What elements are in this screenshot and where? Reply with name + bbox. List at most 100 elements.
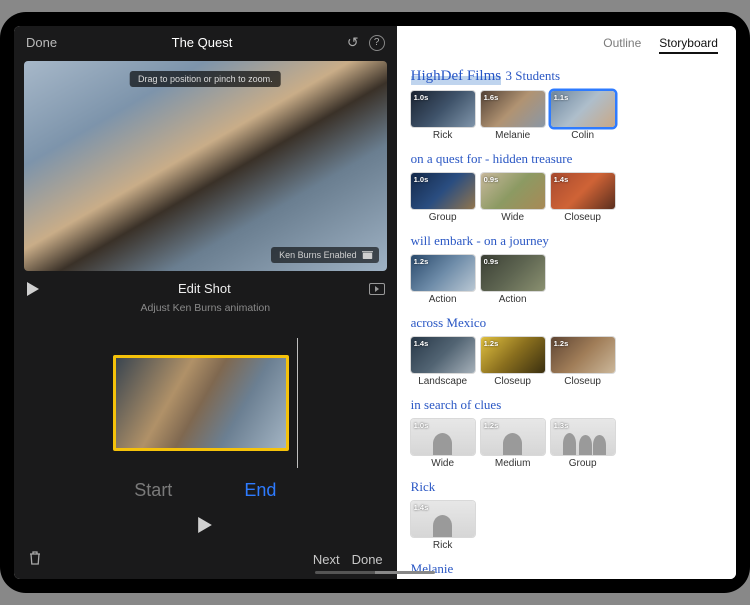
project-title: The Quest xyxy=(57,35,347,50)
clip-row: 1.0s Rick 1.6s Melanie 1.1s Colin xyxy=(411,91,722,141)
clip-label: Melanie xyxy=(495,130,530,141)
clip-duration: 1.4s xyxy=(554,175,569,184)
undo-icon[interactable]: ↺ xyxy=(347,34,359,51)
done-button[interactable]: Done xyxy=(26,35,57,50)
clip[interactable]: 1.4s Closeup xyxy=(551,173,615,223)
clip-thumbnail[interactable]: 1.0s xyxy=(411,173,475,209)
slideshow-icon xyxy=(362,251,373,260)
clip-thumbnail[interactable]: 1.4s xyxy=(411,501,475,537)
trash-icon[interactable] xyxy=(28,550,42,569)
clip-label: Closeup xyxy=(564,376,601,387)
clip-row: 1.4s Landscape 1.2s Closeup 1.2s Closeup xyxy=(411,337,722,387)
clip[interactable]: 1.1s Colin xyxy=(551,91,615,141)
ken-burns-badge[interactable]: Ken Burns Enabled xyxy=(271,247,379,263)
clip-duration: 1.6s xyxy=(484,93,499,102)
clip-label: Action xyxy=(499,294,527,305)
film-title: HighDef Films xyxy=(411,68,501,85)
clip[interactable]: 1.0s Group xyxy=(411,173,475,223)
clip-duration: 1.2s xyxy=(414,257,429,266)
clip-thumbnail[interactable]: 1.2s xyxy=(411,255,475,291)
clip-label: Colin xyxy=(571,130,594,141)
clip-thumbnail[interactable]: 1.4s xyxy=(551,173,615,209)
clip-label: Wide xyxy=(501,212,524,223)
clip-row: 1.0s Wide 1.2s Medium 1.3s Group xyxy=(411,419,722,469)
clip[interactable]: 0.9s Wide xyxy=(481,173,545,223)
home-indicator[interactable] xyxy=(315,571,435,574)
clip-row: 1.2s Action 0.9s Action xyxy=(411,255,722,305)
gesture-tip: Drag to position or pinch to zoom. xyxy=(130,71,281,87)
clip-thumbnail[interactable]: 1.1s xyxy=(551,91,615,127)
clip-row: 1.0s Group 0.9s Wide 1.4s Closeup xyxy=(411,173,722,223)
editor-panel: Done The Quest ↺ ? Drag to position or p… xyxy=(14,26,397,579)
clip-label: Rick xyxy=(433,130,452,141)
clip-thumbnail[interactable]: 1.2s xyxy=(551,337,615,373)
editor-header: Done The Quest ↺ ? xyxy=(14,26,397,55)
ken-burns-end-frame[interactable] xyxy=(113,355,289,451)
clip[interactable]: 1.2s Closeup xyxy=(481,337,545,387)
clip-label: Landscape xyxy=(418,376,467,387)
clip[interactable]: 1.2s Closeup xyxy=(551,337,615,387)
done-edit-button[interactable]: Done xyxy=(352,552,383,567)
play-animation-icon[interactable] xyxy=(198,517,212,533)
clip-label: Action xyxy=(429,294,457,305)
clip-thumbnail[interactable]: 0.9s xyxy=(481,173,545,209)
clip-thumbnail[interactable]: 1.0s xyxy=(411,419,475,455)
clip-duration: 1.4s xyxy=(414,339,429,348)
clip-duration: 1.2s xyxy=(554,339,569,348)
section-title: Melanie xyxy=(411,561,454,577)
clip[interactable]: 1.2s Action xyxy=(411,255,475,305)
clip-label: Closeup xyxy=(564,212,601,223)
clip-row: 1.4s Rick xyxy=(411,501,722,551)
clip[interactable]: 0.9s Action xyxy=(481,255,545,305)
clip-label: Group xyxy=(429,212,457,223)
clip[interactable]: 1.0s Wide xyxy=(411,419,475,469)
clip-thumbnail[interactable]: 0.9s xyxy=(481,255,545,291)
storyboard-panel: Outline Storyboard HighDef Films 3 Stude… xyxy=(397,26,736,579)
screen: Done The Quest ↺ ? Drag to position or p… xyxy=(14,26,736,579)
section-title: Rick xyxy=(411,479,436,495)
clip[interactable]: 1.2s Medium xyxy=(481,419,545,469)
ken-burns-editor: Start End xyxy=(14,328,397,544)
clip-duration: 0.9s xyxy=(484,257,499,266)
kb-start-tab[interactable]: Start xyxy=(134,480,172,501)
clip[interactable]: 1.3s Group xyxy=(551,419,615,469)
preview-viewport[interactable]: Drag to position or pinch to zoom. Ken B… xyxy=(24,61,387,271)
section-title: 3 Students xyxy=(506,68,561,84)
clip-label: Rick xyxy=(433,540,452,551)
play-icon[interactable] xyxy=(26,282,40,296)
panel-tabs: Outline Storyboard xyxy=(397,26,736,60)
kb-end-tab[interactable]: End xyxy=(244,480,276,501)
help-icon[interactable]: ? xyxy=(369,35,385,51)
section-scroll[interactable]: HighDef Films 3 Students 1.0s Rick 1.6s Mela… xyxy=(397,60,736,579)
edit-shot-title: Edit Shot xyxy=(40,281,369,296)
clip-label: Medium xyxy=(495,458,531,469)
timeline-marker xyxy=(297,338,298,468)
clip-label: Group xyxy=(569,458,597,469)
clip-thumbnail[interactable]: 1.0s xyxy=(411,91,475,127)
tab-storyboard[interactable]: Storyboard xyxy=(659,36,718,54)
clip-thumbnail[interactable]: 1.4s xyxy=(411,337,475,373)
section-title: in search of clues xyxy=(411,397,502,413)
clip[interactable]: 1.4s Landscape xyxy=(411,337,475,387)
clip[interactable]: 1.4s Rick xyxy=(411,501,475,551)
clip-thumbnail[interactable]: 1.2s xyxy=(481,419,545,455)
section-title: on a quest for - hidden treasure xyxy=(411,151,573,167)
ipad-frame: Done The Quest ↺ ? Drag to position or p… xyxy=(0,12,750,593)
clip-thumbnail[interactable]: 1.6s xyxy=(481,91,545,127)
clip-label: Wide xyxy=(431,458,454,469)
edit-shot-subtitle: Adjust Ken Burns animation xyxy=(14,302,397,328)
next-button[interactable]: Next xyxy=(313,552,340,567)
section-title: across Mexico xyxy=(411,315,486,331)
clip-thumbnail[interactable]: 1.3s xyxy=(551,419,615,455)
section-title: will embark - on a journey xyxy=(411,233,549,249)
ken-burns-label: Ken Burns Enabled xyxy=(279,250,357,260)
clip[interactable]: 1.6s Melanie xyxy=(481,91,545,141)
clip-duration: 1.1s xyxy=(554,93,569,102)
shot-toolbar: Edit Shot xyxy=(14,271,397,302)
tab-outline[interactable]: Outline xyxy=(603,36,641,54)
clip[interactable]: 1.0s Rick xyxy=(411,91,475,141)
preview-mode-icon[interactable] xyxy=(369,283,385,295)
clip-duration: 1.2s xyxy=(484,339,499,348)
clip-label: Closeup xyxy=(494,376,531,387)
clip-thumbnail[interactable]: 1.2s xyxy=(481,337,545,373)
